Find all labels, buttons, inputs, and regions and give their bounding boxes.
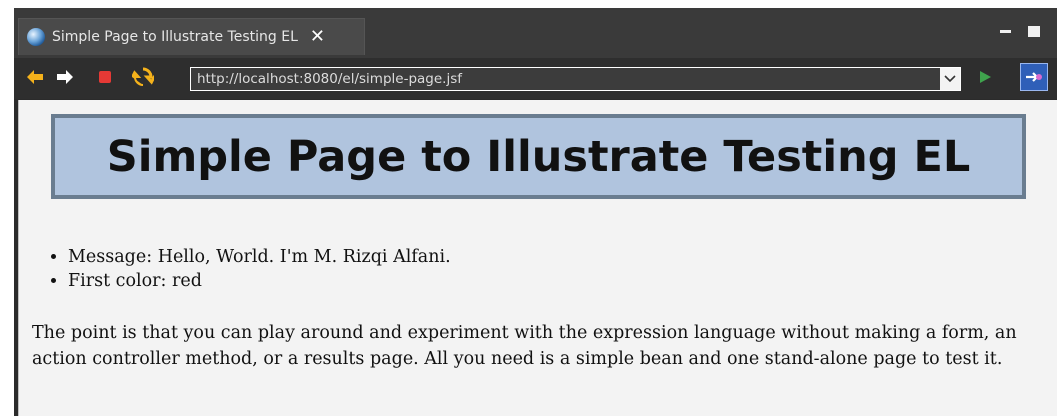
globe-icon	[27, 28, 45, 46]
stop-icon[interactable]	[94, 66, 116, 88]
browser-tab[interactable]: Simple Page to Illustrate Testing EL ✕	[18, 18, 365, 55]
chevron-down-icon[interactable]	[940, 68, 960, 90]
browser-toolbar: http://localhost:8080/el/simple-page.jsf	[14, 58, 1057, 99]
forward-arrow-icon[interactable]	[54, 66, 76, 88]
minimize-icon[interactable]	[1000, 30, 1011, 33]
page-title: Simple Page to Illustrate Testing EL	[106, 131, 971, 182]
page-header-box: Simple Page to Illustrate Testing EL	[51, 114, 1026, 199]
back-arrow-icon[interactable]	[24, 66, 46, 88]
address-bar[interactable]: http://localhost:8080/el/simple-page.jsf	[190, 67, 961, 91]
url-text: http://localhost:8080/el/simple-page.jsf	[197, 71, 462, 87]
info-list: Message: Hello, World. I'm M. Rizqi Alfa…	[46, 245, 451, 293]
tab-title: Simple Page to Illustrate Testing EL	[52, 29, 298, 45]
open-external-icon[interactable]	[1020, 63, 1048, 91]
page-content: Simple Page to Illustrate Testing EL Mes…	[18, 100, 1057, 416]
list-item: Message: Hello, World. I'm M. Rizqi Alfa…	[68, 245, 451, 269]
go-play-icon[interactable]	[974, 66, 996, 88]
list-item: First color: red	[68, 269, 451, 293]
close-tab-button[interactable]: ✕	[310, 28, 325, 46]
browser-window: Simple Page to Illustrate Testing EL ✕ h…	[14, 8, 1057, 416]
maximize-icon[interactable]	[1028, 26, 1040, 37]
tab-bar: Simple Page to Illustrate Testing EL ✕	[14, 8, 1057, 58]
refresh-icon[interactable]	[132, 66, 154, 88]
description-paragraph: The point is that you can play around an…	[32, 323, 1017, 369]
